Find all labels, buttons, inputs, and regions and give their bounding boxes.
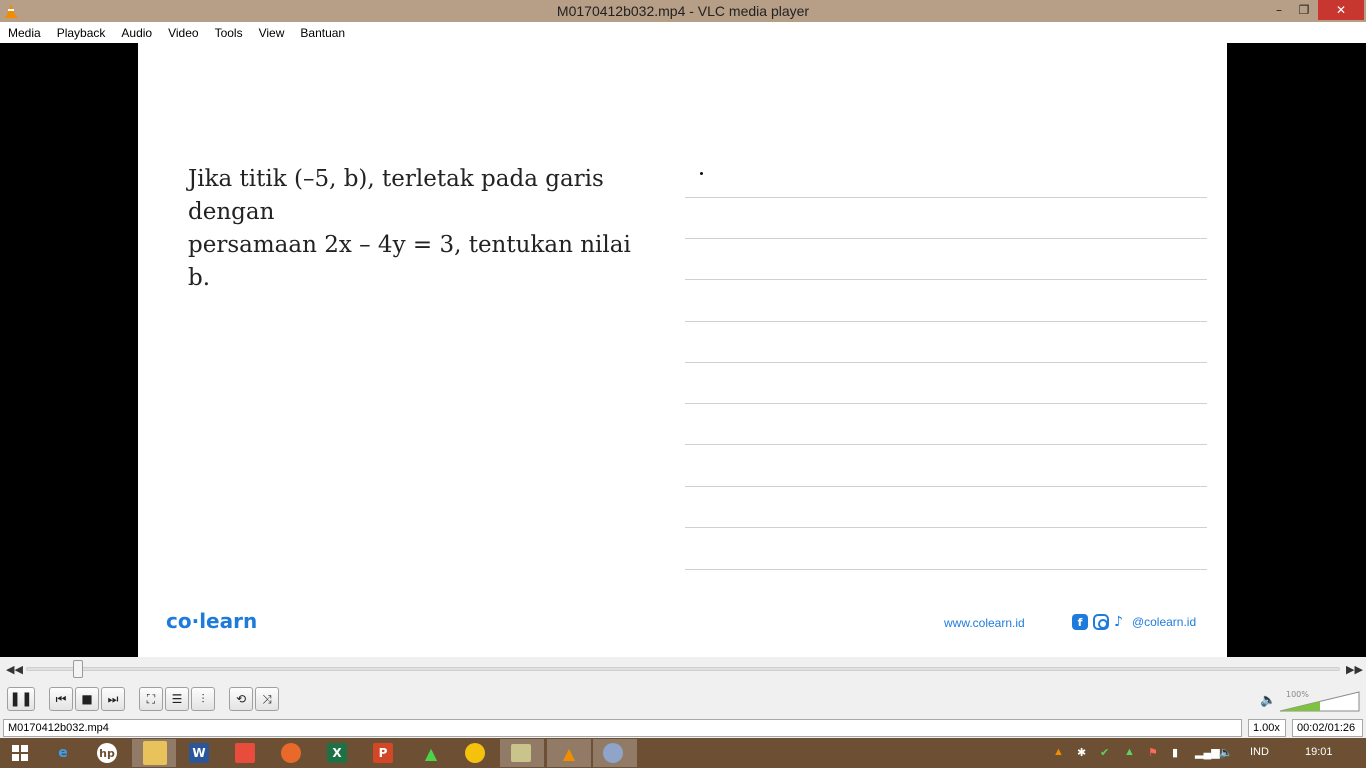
video-frame: Jika titik (–5, b), terletak pada garis …: [138, 43, 1227, 657]
chrome-icon[interactable]: [465, 743, 485, 763]
internet-explorer-icon[interactable]: e: [51, 741, 75, 765]
ruled-line: [685, 486, 1207, 487]
previous-icon: ⏮: [55, 691, 67, 706]
playback-time[interactable]: 00:02/01:26: [1292, 719, 1363, 737]
instagram-icon: [1093, 614, 1109, 630]
facebook-icon: f: [1072, 614, 1088, 630]
menu-video[interactable]: Video: [160, 26, 206, 40]
menu-view[interactable]: View: [251, 26, 293, 40]
menu-audio[interactable]: Audio: [113, 26, 160, 40]
security-icon[interactable]: ✔: [1100, 746, 1109, 759]
next-icon: ⏭: [107, 691, 119, 706]
menu-tools[interactable]: Tools: [207, 26, 251, 40]
tiktok-icon: ♪: [1114, 614, 1123, 630]
colearn-url: www.colearn.id: [944, 616, 1025, 630]
bluetooth-icon[interactable]: ✱: [1077, 746, 1086, 759]
seek-forward-icon[interactable]: ▶▶: [1346, 663, 1363, 676]
action-center-icon[interactable]: ⚑: [1148, 746, 1158, 759]
playlist-button[interactable]: ☰: [165, 687, 189, 711]
ruled-line: [685, 321, 1207, 322]
start-button[interactable]: [8, 741, 32, 765]
windows-logo-icon: [12, 745, 28, 761]
seek-bar[interactable]: [26, 667, 1340, 671]
social-handle: @colearn.id: [1131, 615, 1197, 629]
pen-dot: [700, 172, 703, 175]
ruled-line: [685, 238, 1207, 239]
hp-icon[interactable]: hp: [97, 743, 117, 763]
menu-media[interactable]: Media: [0, 26, 49, 40]
equalizer-icon: ⫶: [201, 691, 205, 706]
seek-handle[interactable]: [73, 660, 84, 678]
close-button[interactable]: ✕: [1318, 0, 1364, 20]
file-explorer-icon[interactable]: [143, 741, 167, 765]
ruled-line: [685, 197, 1207, 198]
window-title: M0170412b032.mp4 - VLC media player: [556, 3, 810, 19]
ruled-line: [685, 444, 1207, 445]
system-clock[interactable]: 19:01: [1305, 746, 1333, 758]
question-text: Jika titik (–5, b), terletak pada garis …: [188, 163, 638, 295]
word-icon[interactable]: W: [189, 743, 209, 763]
question-line-1: Jika titik (–5, b), terletak pada garis …: [188, 166, 604, 225]
colearn-logo: co·learn: [166, 609, 258, 633]
photos-icon[interactable]: [235, 743, 255, 763]
powerpoint-icon[interactable]: P: [373, 743, 393, 763]
video-display[interactable]: Jika titik (–5, b), terletak pada garis …: [0, 43, 1366, 657]
stop-icon: ■: [81, 692, 93, 706]
seek-back-icon[interactable]: ◀◀: [6, 663, 23, 676]
tray-vlc-icon[interactable]: ▲: [1053, 746, 1064, 758]
pause-icon: ❚❚: [9, 691, 33, 707]
previous-button[interactable]: ⏮: [49, 687, 73, 711]
signal-icon[interactable]: ▂▄▆: [1195, 746, 1220, 759]
playback-controls: ◀◀ ▶▶ ❚❚ ⏮ ■ ⏭ ⛶ ☰ ⫶ ⟲ ⤨ 🔈 100% M0170412…: [0, 657, 1366, 738]
speaker-icon[interactable]: 🔈: [1260, 693, 1276, 708]
status-filename: M0170412b032.mp4: [3, 719, 1242, 737]
ruled-line: [685, 362, 1207, 363]
battery-icon[interactable]: ▮: [1172, 746, 1178, 759]
fullscreen-button[interactable]: ⛶: [139, 687, 163, 711]
volume-percent: 100%: [1286, 690, 1309, 699]
firefox-icon[interactable]: [281, 743, 301, 763]
next-button[interactable]: ⏭: [101, 687, 125, 711]
tray-app-icon[interactable]: ▲: [1124, 746, 1135, 758]
extended-settings-button[interactable]: ⫶: [191, 687, 215, 711]
ruled-line: [685, 279, 1207, 280]
maximize-button[interactable]: ❐: [1293, 0, 1315, 20]
fullscreen-icon: ⛶: [146, 691, 156, 706]
menu-bantuan[interactable]: Bantuan: [292, 26, 353, 40]
stop-button[interactable]: ■: [75, 687, 99, 711]
playlist-icon: ☰: [171, 692, 183, 706]
paint-icon[interactable]: [603, 743, 623, 763]
files-icon[interactable]: [511, 744, 531, 762]
pause-button[interactable]: ❚❚: [7, 687, 35, 711]
question-line-2: persamaan 2x – 4y = 3, tentukan nilai b.: [188, 232, 631, 291]
vlc-taskbar-icon[interactable]: ▲: [557, 741, 581, 765]
title-bar: M0170412b032.mp4 - VLC media player – ❐ …: [0, 0, 1366, 22]
input-language[interactable]: IND: [1250, 746, 1269, 758]
playback-speed[interactable]: 1.00x: [1248, 719, 1286, 737]
status-bar: M0170412b032.mp4 1.00x 00:02/01:26: [0, 718, 1366, 738]
menu-playback[interactable]: Playback: [49, 26, 114, 40]
shuffle-icon: ⤨: [262, 691, 272, 706]
windows-taskbar: e hp W X P ▲ ▲ ▲ ✱ ✔ ▲ ⚑ ▮ ▂▄▆ 🔈 IND 19:…: [0, 738, 1366, 768]
volume-tray-icon[interactable]: 🔈: [1219, 746, 1233, 759]
shuffle-button[interactable]: ⤨: [255, 687, 279, 711]
ruled-line: [685, 569, 1207, 570]
ruled-line: [685, 527, 1207, 528]
loop-button[interactable]: ⟲: [229, 687, 253, 711]
ruled-line: [685, 403, 1207, 404]
seek-row: ◀◀ ▶▶: [0, 657, 1366, 681]
app-triangle-icon[interactable]: ▲: [419, 741, 443, 765]
menu-bar: Media Playback Audio Video Tools View Ba…: [0, 22, 1366, 43]
loop-icon: ⟲: [235, 692, 247, 706]
social-links: f ♪ @colearn.id: [1072, 614, 1196, 630]
excel-icon[interactable]: X: [327, 743, 347, 763]
minimize-button[interactable]: –: [1268, 0, 1290, 20]
